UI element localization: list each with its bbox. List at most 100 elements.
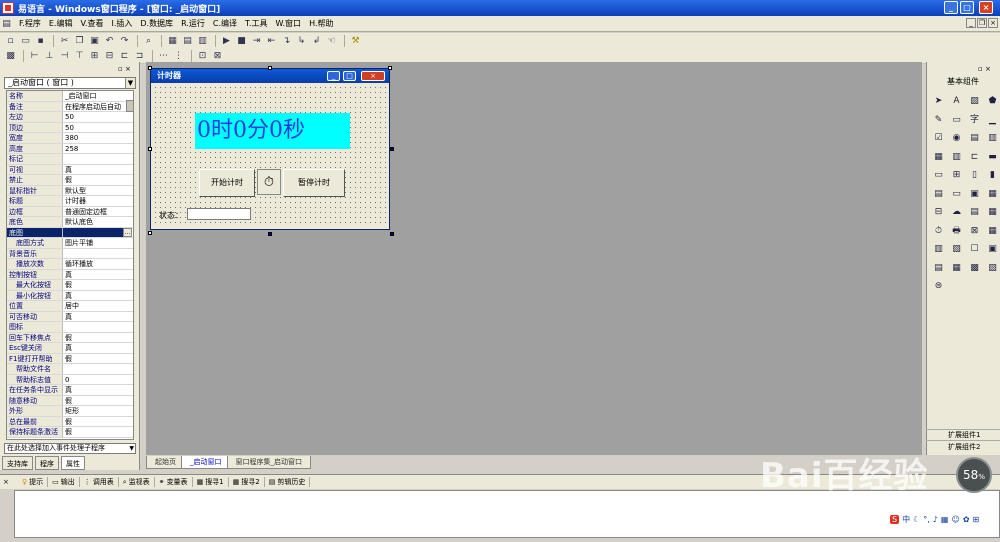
component-icon[interactable]: ▤ — [968, 206, 981, 219]
save-icon[interactable]: ▪ — [34, 35, 47, 47]
cut-icon[interactable]: ✂ — [58, 35, 71, 47]
property-value[interactable] — [63, 227, 123, 237]
component-icon[interactable]: A — [950, 95, 963, 108]
chevron-down-icon[interactable]: ▼ — [125, 78, 135, 88]
open-icon[interactable]: ▭ — [19, 35, 32, 47]
tab-clip-history[interactable]: ▤ 剪辑历史 — [265, 477, 311, 487]
property-row[interactable]: 高度 258 — [7, 143, 133, 154]
tab-search1[interactable]: ▦ 搜寻1 — [193, 477, 229, 487]
property-value[interactable]: 默认型 — [63, 186, 133, 196]
property-value[interactable]: 380 — [63, 133, 133, 143]
menu-compile[interactable]: C.编译 — [209, 18, 241, 29]
step5-icon[interactable]: ↲ — [310, 35, 323, 47]
property-value[interactable]: 假 — [63, 417, 133, 427]
component-icon[interactable]: 字 — [968, 114, 981, 127]
property-row[interactable]: 备注 在程序启动后自动 — [7, 101, 133, 112]
shirt-icon[interactable]: ✿ — [963, 515, 970, 524]
object-combo[interactable]: _启动窗口 ( 窗口 ) ▼ — [4, 77, 136, 89]
component-icon[interactable]: ☁ — [950, 206, 963, 219]
property-row[interactable]: 宽度 380 — [7, 133, 133, 144]
resize-handle[interactable] — [268, 232, 272, 236]
tools-icon[interactable]: ⚒ — [349, 35, 362, 47]
resize-handle[interactable] — [390, 232, 394, 236]
menu-view[interactable]: V.查看 — [76, 18, 107, 29]
mdi-restore-button[interactable]: ❐ — [977, 18, 987, 28]
punct-icon[interactable]: °, — [923, 515, 930, 524]
component-icon[interactable]: ▭ — [950, 114, 963, 127]
user-icon[interactable]: ☺ — [951, 515, 959, 524]
property-row[interactable]: 随意移动假 — [7, 395, 133, 406]
property-value[interactable]: 矩形 — [63, 406, 133, 416]
same-width-icon[interactable]: ⊏ — [118, 50, 131, 62]
resize-handle[interactable] — [388, 66, 392, 70]
component-icon[interactable]: ▮ — [986, 169, 999, 182]
paste-icon[interactable]: ▣ — [88, 35, 101, 47]
chevron-down-icon[interactable]: ▼ — [129, 444, 134, 453]
component-icon[interactable]: ▯ — [968, 169, 981, 182]
property-row[interactable]: 位置 居中 — [7, 301, 133, 312]
find-icon[interactable]: ⌕ — [142, 35, 155, 47]
property-value[interactable] — [63, 249, 133, 259]
time-label[interactable]: 0时0分0秒 — [195, 113, 350, 149]
space-h-icon[interactable]: ⋯ — [157, 50, 170, 62]
grid-icon[interactable]: ⊞ — [973, 515, 980, 524]
maximize-button[interactable]: □ — [960, 1, 974, 14]
component-icon[interactable]: ▣ — [968, 188, 981, 201]
component-icon[interactable]: ▩ — [968, 262, 981, 275]
menu-window[interactable]: W.窗口 — [272, 18, 306, 29]
property-row[interactable]: 边框 普通固定边框 — [7, 206, 133, 217]
property-row[interactable]: 左边 50 — [7, 112, 133, 123]
component-icon[interactable]: ⊏ — [968, 151, 981, 164]
property-value[interactable]: 居中 — [63, 301, 133, 311]
property-row[interactable]: 可视真 — [7, 164, 133, 175]
component-icon[interactable]: ▨ — [986, 262, 999, 275]
property-row[interactable]: 最小化按钮真 — [7, 290, 133, 301]
tab-hints[interactable]: ♀ 提示 — [18, 477, 49, 487]
step1-icon[interactable]: ⇥ — [250, 35, 263, 47]
property-row[interactable]: 底图... — [7, 227, 133, 238]
align-top-icon[interactable]: ⊤ — [73, 50, 86, 62]
stop-icon[interactable]: ■ — [235, 35, 248, 47]
resize-handle[interactable] — [148, 147, 152, 151]
component-icon[interactable]: ➤ — [932, 95, 945, 108]
property-value[interactable]: 真 — [63, 385, 133, 395]
tab-start-page[interactable]: 起始页 — [146, 456, 185, 469]
component-icon[interactable]: ▤ — [932, 262, 945, 275]
menu-edit[interactable]: E.编辑 — [45, 18, 77, 29]
center-v-icon[interactable]: ⊠ — [211, 50, 224, 62]
property-row[interactable]: 顶边 50 — [7, 122, 133, 133]
moon-icon[interactable]: ☾ — [913, 515, 920, 524]
tab-support-lib[interactable]: 支持库 — [2, 456, 33, 470]
grid-icon[interactable]: ▩ — [4, 50, 17, 62]
space-v-icon[interactable]: ⋮ — [172, 50, 185, 62]
property-value[interactable]: 计时器 — [63, 196, 133, 206]
run-icon[interactable]: ▶ — [220, 35, 233, 47]
panel-pin-icon[interactable]: ▫ × — [978, 65, 991, 73]
align-bottom-icon[interactable]: ⊟ — [103, 50, 116, 62]
component-icon[interactable]: ▦ — [950, 262, 963, 275]
property-row[interactable]: 底色 默认底色 — [7, 217, 133, 228]
step4-icon[interactable]: ↳ — [295, 35, 308, 47]
property-row[interactable]: 可否移动真 — [7, 311, 133, 322]
tab-call-stack[interactable]: ⋮ 调用表 — [80, 477, 119, 487]
resize-handle[interactable] — [148, 231, 152, 235]
panel-pin-icon[interactable]: ▫ × — [118, 65, 131, 73]
component-icon[interactable]: ▦ — [986, 188, 999, 201]
component-icon[interactable]: ⊠ — [968, 225, 981, 238]
same-height-icon[interactable]: ⊐ — [133, 50, 146, 62]
panel-close-icon[interactable]: × — [3, 478, 9, 486]
tab-variables[interactable]: ⚭ 变量表 — [155, 477, 193, 487]
property-row[interactable]: 名称 _启动窗口 — [7, 91, 133, 102]
property-value[interactable]: 真 — [63, 312, 133, 322]
new-icon[interactable]: ▫ — [4, 35, 17, 47]
component-icon[interactable]: ▦ — [932, 151, 945, 164]
property-row[interactable]: 播放次数 循环播放 — [7, 259, 133, 270]
undo-icon[interactable]: ↶ — [103, 35, 116, 47]
tab-program[interactable]: 程序 — [35, 456, 59, 470]
layout2-icon[interactable]: ▤ — [181, 35, 194, 47]
tab-properties[interactable]: 属性 — [61, 456, 85, 470]
property-value[interactable]: 在程序启动后自动 — [63, 102, 133, 112]
component-icon[interactable]: ▨ — [968, 95, 981, 108]
mdi-close-button[interactable]: × — [988, 18, 998, 28]
component-icon[interactable]: ▭ — [950, 188, 963, 201]
